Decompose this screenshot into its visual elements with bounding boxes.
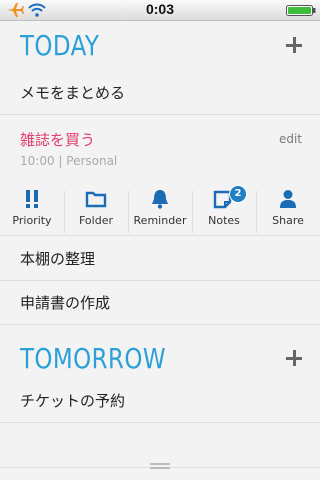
priority-button[interactable]: Priority [0,183,64,241]
today-section-header: TODAY [0,21,320,69]
task-toolbar: Priority Folder Reminder 2 Notes Share [0,183,320,241]
bell-icon [152,190,168,209]
battery-icon [286,5,316,16]
status-time: 0:03 [145,1,175,17]
task-row[interactable]: メモをまとめる [0,70,320,115]
notes-label: Notes [208,214,240,227]
task-row[interactable]: 本棚の整理 [0,235,320,281]
expanded-task[interactable]: 雑誌を買う edit 10:00 | Personal [0,129,320,169]
folder-label: Folder [79,214,113,227]
add-today-button[interactable] [284,35,304,55]
task-label: 本棚の整理 [20,250,96,268]
task-row[interactable]: チケットの予約 [0,378,320,423]
share-label: Share [272,214,304,227]
person-icon [280,190,296,208]
priority-label: Priority [12,214,52,227]
add-tomorrow-button[interactable] [284,348,304,368]
section-title-tomorrow: TOMORROW [20,342,166,375]
share-button[interactable]: Share [256,183,320,241]
task-row[interactable]: 申請書の作成 [0,280,320,325]
task-label: チケットの予約 [20,392,126,410]
expanded-task-title: 雑誌を買う [20,131,96,149]
task-label: メモをまとめる [20,84,126,102]
tomorrow-section-header: TOMORROW [0,334,320,382]
status-bar: 0:03 [0,0,320,21]
expanded-task-subtitle: 10:00 | Personal [20,154,118,168]
reminder-label: Reminder [133,214,187,227]
notes-button[interactable]: 2 Notes [192,183,256,241]
empty-row [0,423,320,468]
task-list: TODAY メモをまとめる 雑誌を買う edit 10:00 | Persona… [0,21,320,480]
drag-handle-icon[interactable] [150,463,170,469]
task-label: 申請書の作成 [20,294,111,312]
folder-icon [85,191,107,208]
edit-button[interactable]: edit [279,132,302,146]
reminder-button[interactable]: Reminder [128,183,192,241]
notes-count-badge: 2 [229,185,247,203]
priority-icon [26,190,38,208]
section-title-today: TODAY [20,29,100,62]
folder-button[interactable]: Folder [64,183,128,241]
